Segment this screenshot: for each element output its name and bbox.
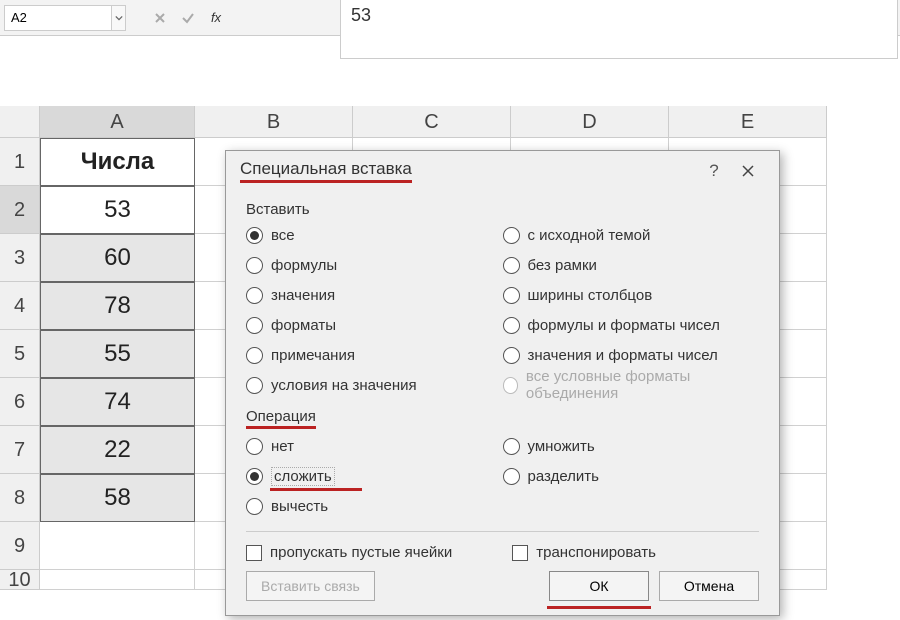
radio-paste-formats[interactable]: форматы bbox=[246, 312, 503, 338]
radio-paste-all[interactable]: все bbox=[246, 222, 503, 248]
cell-A9[interactable] bbox=[40, 522, 195, 570]
paste-group-label: Вставить bbox=[246, 201, 759, 218]
radio-op-multiply[interactable]: умножить bbox=[503, 433, 760, 459]
close-button[interactable] bbox=[731, 156, 765, 186]
radio-paste-values[interactable]: значения bbox=[246, 282, 503, 308]
close-icon bbox=[741, 164, 755, 178]
radio-paste-comments[interactable]: примечания bbox=[246, 342, 503, 368]
radio-paste-values-numfmt[interactable]: значения и форматы чисел bbox=[503, 342, 760, 368]
cell-A6[interactable]: 74 bbox=[40, 378, 195, 426]
radio-op-none[interactable]: нет bbox=[246, 433, 503, 459]
fx-button[interactable]: fx bbox=[202, 5, 230, 31]
ok-button[interactable]: ОК bbox=[549, 571, 649, 601]
col-header-A[interactable]: A bbox=[40, 106, 195, 138]
row-header[interactable]: 9 bbox=[0, 522, 40, 570]
paste-special-dialog: Специальная вставка ? Вставить все форму… bbox=[225, 150, 780, 616]
cell-A1[interactable]: Числа bbox=[40, 138, 195, 186]
radio-paste-col-widths[interactable]: ширины столбцов bbox=[503, 282, 760, 308]
cell-A4[interactable]: 78 bbox=[40, 282, 195, 330]
radio-paste-source-theme[interactable]: с исходной темой bbox=[503, 222, 760, 248]
radio-op-divide[interactable]: разделить bbox=[503, 463, 760, 489]
row-header[interactable]: 8 bbox=[0, 474, 40, 522]
radio-paste-formulas-numfmt[interactable]: формулы и форматы чисел bbox=[503, 312, 760, 338]
row-header[interactable]: 5 bbox=[0, 330, 40, 378]
check-icon bbox=[181, 11, 195, 25]
radio-paste-no-border[interactable]: без рамки bbox=[503, 252, 760, 278]
cell-A2[interactable]: 53 bbox=[40, 186, 195, 234]
col-header-D[interactable]: D bbox=[511, 106, 669, 138]
radio-paste-formulas[interactable]: формулы bbox=[246, 252, 503, 278]
chevron-down-icon bbox=[115, 14, 123, 22]
name-box-dropdown[interactable] bbox=[112, 5, 126, 31]
paste-link-button: Вставить связь bbox=[246, 571, 375, 601]
radio-paste-all-conditional: все условные форматы объединения bbox=[503, 372, 760, 398]
checkbox-skip-blanks[interactable]: пропускать пустые ячейки bbox=[246, 544, 452, 561]
cancel-formula-button[interactable] bbox=[146, 5, 174, 31]
formula-bar-input[interactable]: 53 bbox=[340, 0, 898, 59]
cell-A10[interactable] bbox=[40, 570, 195, 590]
row-header[interactable]: 7 bbox=[0, 426, 40, 474]
name-box[interactable]: A2 bbox=[4, 5, 112, 31]
row-header[interactable]: 2 bbox=[0, 186, 40, 234]
cell-A3[interactable]: 60 bbox=[40, 234, 195, 282]
confirm-formula-button[interactable] bbox=[174, 5, 202, 31]
col-header-C[interactable]: C bbox=[353, 106, 511, 138]
radio-op-subtract[interactable]: вычесть bbox=[246, 493, 503, 519]
radio-paste-validation[interactable]: условия на значения bbox=[246, 372, 503, 398]
dialog-title: Специальная вставка bbox=[240, 159, 412, 183]
col-header-E[interactable]: E bbox=[669, 106, 827, 138]
checkbox-transpose[interactable]: транспонировать bbox=[512, 544, 656, 561]
select-all-corner[interactable] bbox=[0, 106, 40, 138]
row-header[interactable]: 6 bbox=[0, 378, 40, 426]
operation-group-label: Операция bbox=[246, 408, 316, 429]
cell-A7[interactable]: 22 bbox=[40, 426, 195, 474]
cell-A8[interactable]: 58 bbox=[40, 474, 195, 522]
help-button[interactable]: ? bbox=[697, 156, 731, 186]
row-header[interactable]: 10 bbox=[0, 570, 40, 590]
cell-A5[interactable]: 55 bbox=[40, 330, 195, 378]
x-icon bbox=[154, 12, 166, 24]
radio-op-add[interactable]: сложить bbox=[246, 463, 503, 489]
cancel-button[interactable]: Отмена bbox=[659, 571, 759, 601]
col-header-B[interactable]: B bbox=[195, 106, 353, 138]
row-header[interactable]: 4 bbox=[0, 282, 40, 330]
fx-label: fx bbox=[211, 10, 221, 25]
row-header[interactable]: 1 bbox=[0, 138, 40, 186]
row-header[interactable]: 3 bbox=[0, 234, 40, 282]
